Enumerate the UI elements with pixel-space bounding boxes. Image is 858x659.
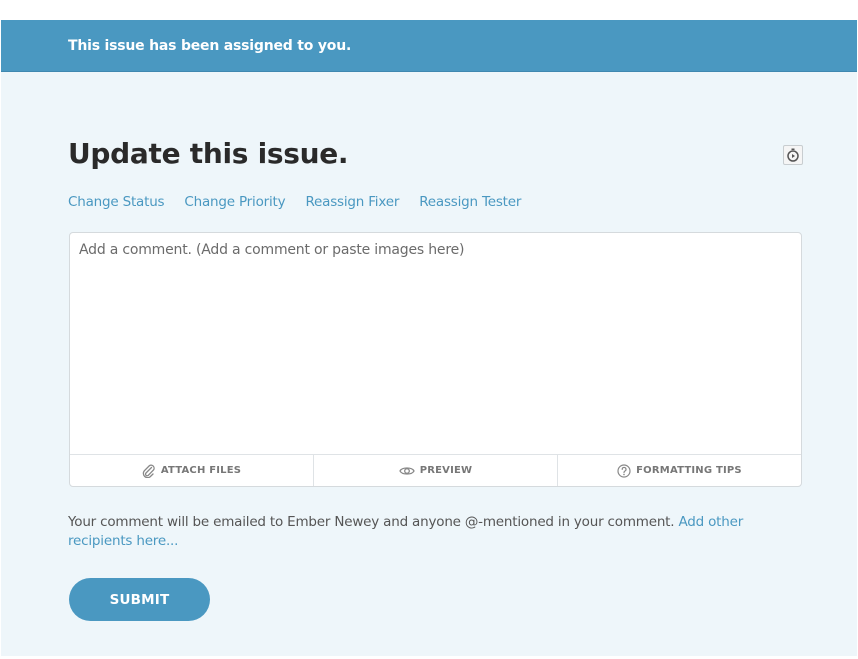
timer-button[interactable]: [783, 145, 803, 165]
reassign-tester-link[interactable]: Reassign Tester: [419, 194, 521, 210]
page-title: Update this issue.: [68, 137, 349, 170]
change-priority-link[interactable]: Change Priority: [184, 194, 285, 210]
attach-files-label: ATTACH FILES: [160, 465, 242, 476]
comment-input[interactable]: [70, 233, 801, 457]
eye-icon: [398, 466, 415, 475]
preview-button[interactable]: PREVIEW: [313, 455, 557, 486]
email-notice-text: Your comment will be emailed to Ember Ne…: [68, 514, 679, 530]
formatting-tips-label: FORMATTING TIPS: [636, 465, 742, 476]
submit-button[interactable]: SUBMIT: [69, 578, 210, 621]
editor-toolbar: ATTACH FILES PREVIEW FORMATTING TIPS: [70, 454, 801, 486]
reassign-fixer-link[interactable]: Reassign Fixer: [305, 194, 399, 210]
assignment-banner: This issue has been assigned to you.: [1, 20, 857, 72]
formatting-tips-button[interactable]: FORMATTING TIPS: [557, 455, 801, 486]
banner-message: This issue has been assigned to you.: [68, 38, 352, 54]
update-issue-panel: This issue has been assigned to you. Upd…: [1, 20, 857, 656]
attach-files-button[interactable]: ATTACH FILES: [70, 455, 313, 486]
question-circle-icon: [617, 463, 631, 478]
issue-actions: Change Status Change Priority Reassign F…: [68, 194, 521, 210]
change-status-link[interactable]: Change Status: [68, 194, 165, 210]
preview-label: PREVIEW: [419, 465, 473, 476]
stopwatch-icon: [787, 148, 799, 162]
comment-editor: ATTACH FILES PREVIEW FORMATTING TIPS: [69, 232, 802, 487]
email-notice: Your comment will be emailed to Ember Ne…: [68, 513, 798, 551]
paperclip-icon: [142, 464, 155, 478]
